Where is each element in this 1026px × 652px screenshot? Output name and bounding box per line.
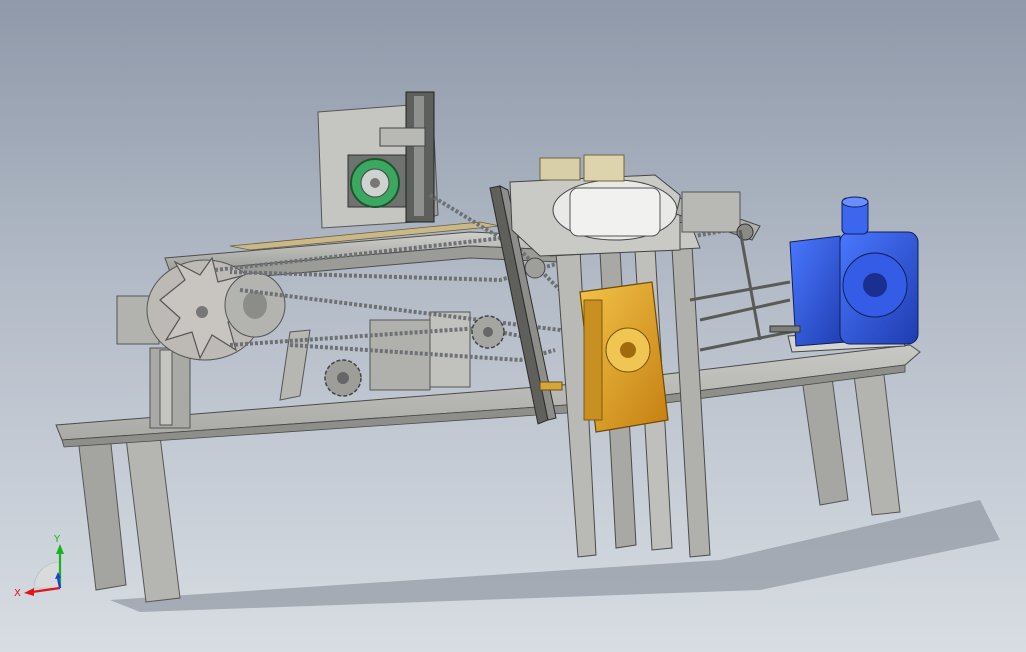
- blue-servo-motor: [789, 196, 919, 347]
- view-orientation-triad: Y X: [14, 534, 64, 599]
- left-table-legs: [77, 434, 181, 603]
- machine-assembly-model[interactable]: [0, 0, 1026, 652]
- cad-graphics-viewport[interactable]: Y X: [0, 0, 1026, 652]
- x-axis-arrow-icon: [31, 586, 61, 594]
- x-axis-label: X: [14, 588, 21, 599]
- cutter-housing: [317, 91, 439, 229]
- y-axis-label: Y: [53, 534, 61, 545]
- top-roller-assembly: [509, 154, 761, 257]
- floor-shadow: [110, 500, 1000, 612]
- motor-shaft: [769, 325, 801, 333]
- gold-gearbox: [579, 281, 669, 433]
